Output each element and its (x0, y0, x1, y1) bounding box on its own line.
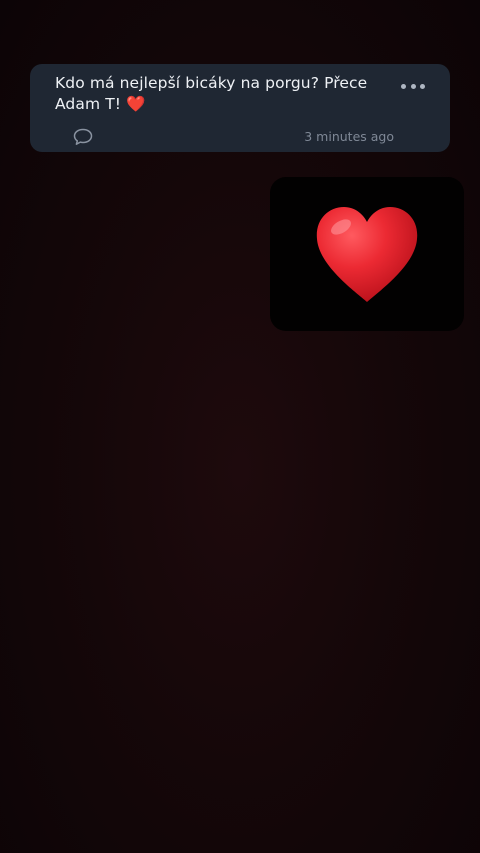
comment-button[interactable] (73, 128, 93, 146)
more-options-button[interactable] (401, 78, 425, 94)
more-dot (401, 83, 406, 89)
screen: Kdo má nejlepší bicáky na porgu? Přece A… (0, 0, 480, 853)
comment-bubble-icon (73, 128, 93, 145)
heart-media-tile[interactable] (270, 177, 464, 331)
post-timestamp: 3 minutes ago (304, 129, 394, 144)
red-heart-icon (316, 207, 418, 302)
post-text-line-1: Kdo má nejlepší bicáky na porgu? Přece (55, 74, 368, 92)
post-card: Kdo má nejlepší bicáky na porgu? Přece A… (30, 64, 450, 152)
post-text: Kdo má nejlepší bicáky na porgu? Přece A… (55, 73, 385, 115)
more-dot (420, 83, 425, 89)
more-dot (410, 83, 416, 89)
post-text-line-2: Adam T! ❤️ (55, 95, 146, 113)
